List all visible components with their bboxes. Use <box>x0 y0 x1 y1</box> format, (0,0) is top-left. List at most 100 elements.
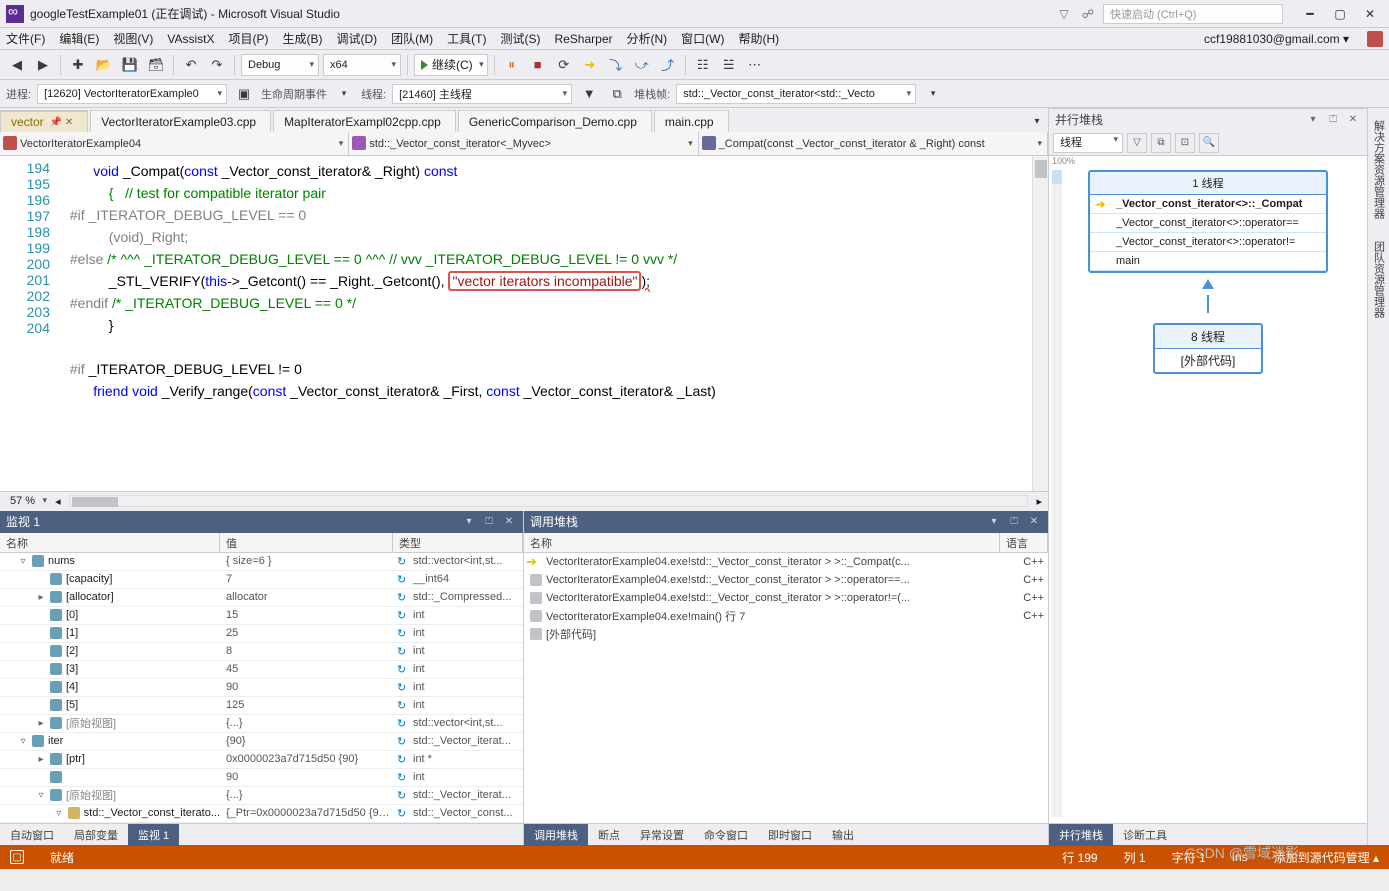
show-next-icon[interactable]: ➔ <box>579 54 601 76</box>
overflow-icon[interactable]: ▾ <box>922 83 944 105</box>
zoom-icon[interactable]: ⊡ <box>1175 133 1195 153</box>
sidebar-tab-team-explorer[interactable]: 团队资源管理器 <box>1369 235 1389 324</box>
tab-autos[interactable]: 自动窗口 <box>0 824 64 846</box>
menu-item[interactable]: ReSharper <box>554 32 612 46</box>
ps-filter-select[interactable]: 线程 <box>1053 133 1123 153</box>
watch-row[interactable]: [0]15int <box>0 607 523 625</box>
tab-command[interactable]: 命令窗口 <box>694 824 758 846</box>
watch-row[interactable]: [5]125int <box>0 697 523 715</box>
watch-row[interactable]: ▿iter{90}std::_Vector_iterat... <box>0 733 523 751</box>
close-icon[interactable]: ✕ <box>1345 112 1361 128</box>
menu-item[interactable]: 项目(P) <box>228 30 268 47</box>
watch-row[interactable]: ▿nums{ size=6 }std::vector<int,st... <box>0 553 523 571</box>
watch-row[interactable]: [3]45int <box>0 661 523 679</box>
callstack-row[interactable]: [外部代码] <box>524 625 1048 643</box>
open-file-icon[interactable]: 📂 <box>93 54 115 76</box>
stop-icon[interactable]: ■ <box>527 54 549 76</box>
new-project-icon[interactable]: ✚ <box>67 54 89 76</box>
tab-immediate[interactable]: 即时窗口 <box>758 824 822 846</box>
doc-tab-active[interactable]: vector📌 ✕ <box>0 110 88 132</box>
code-editor[interactable]: 194195196197198199200201202203204 void _… <box>0 156 1048 491</box>
watch-row[interactable]: ▸[ptr]0x0000023a7d715d50 {90}int * <box>0 751 523 769</box>
callstack-row[interactable]: VectorIteratorExample04.exe!std::_Vector… <box>524 553 1048 571</box>
zoom-select[interactable]: 57 % <box>6 495 49 507</box>
vertical-scrollbar[interactable] <box>1032 156 1048 491</box>
process-select[interactable]: [12620] VectorIteratorExample0 <box>37 84 227 104</box>
maximize-button[interactable]: ▢ <box>1327 4 1353 24</box>
stackframe-select[interactable]: std::_Vector_const_iterator<std::_Vecto <box>676 84 916 104</box>
doc-tab[interactable]: main.cpp <box>654 110 729 132</box>
thread-select[interactable]: [21460] 主线程 <box>392 84 572 104</box>
scroll-right-icon[interactable]: ▸ <box>1036 495 1042 508</box>
pause-icon[interactable]: ⏸ <box>501 54 523 76</box>
doc-tab[interactable]: GenericComparison_Demo.cpp <box>458 110 652 132</box>
autoscroll-icon[interactable]: 🔍 <box>1199 133 1219 153</box>
minimize-button[interactable]: ━ <box>1297 4 1323 24</box>
horizontal-scrollbar[interactable] <box>69 495 1029 507</box>
lifecycle-icon[interactable]: ▣ <box>233 83 255 105</box>
tool-icon[interactable]: ⋯ <box>744 54 766 76</box>
redo-icon[interactable]: ↷ <box>206 54 228 76</box>
tab-output[interactable]: 输出 <box>822 824 864 846</box>
notification-icon[interactable]: ▽ <box>1055 5 1073 23</box>
callstack-rows[interactable]: VectorIteratorExample04.exe!std::_Vector… <box>524 553 1048 824</box>
close-icon[interactable]: ✕ <box>1026 514 1042 530</box>
flag-filter-icon[interactable]: ▼ <box>578 83 600 105</box>
menu-item[interactable]: VAssistX <box>167 32 214 46</box>
step-into-icon[interactable]: ⤵ <box>605 54 627 76</box>
sidebar-tab-solution-explorer[interactable]: 解决方案资源管理器 <box>1369 114 1389 225</box>
watch-row[interactable]: [1]25int <box>0 625 523 643</box>
parallel-stacks-canvas[interactable]: 1 线程 _Vector_const_iterator<>::_Compat _… <box>1049 156 1367 823</box>
menu-item[interactable]: 分析(N) <box>626 30 667 47</box>
step-over-icon[interactable]: ⤻ <box>631 54 653 76</box>
filter-icon[interactable]: ▽ <box>1127 133 1147 153</box>
watch-rows[interactable]: ▿nums{ size=6 }std::vector<int,st...[cap… <box>0 553 523 824</box>
user-account[interactable]: ccf19881030@gmail.com ▾ <box>1204 32 1349 46</box>
close-icon[interactable]: ✕ <box>501 514 517 530</box>
tool-icon[interactable]: ☷ <box>692 54 714 76</box>
ps-external-box[interactable]: 8 线程 [外部代码] <box>1153 323 1263 374</box>
watch-row[interactable]: [capacity]7__int64 <box>0 571 523 589</box>
tab-watch1[interactable]: 监视 1 <box>128 824 179 846</box>
pin-icon[interactable]: ⏍ <box>481 514 497 530</box>
tab-diagnostic-tools[interactable]: 诊断工具 <box>1113 824 1177 846</box>
watch-title-bar[interactable]: 监视 1 ▾ ⏍ ✕ <box>0 511 523 533</box>
chevron-down-icon[interactable]: ▾ <box>333 83 355 105</box>
menu-item[interactable]: 窗口(W) <box>681 30 724 47</box>
watch-row[interactable]: [4]90int <box>0 679 523 697</box>
dropdown-icon[interactable]: ▾ <box>986 514 1002 530</box>
notification-flag-icon[interactable] <box>1367 31 1383 47</box>
config-select[interactable]: Debug <box>241 54 319 76</box>
tab-exception[interactable]: 异常设置 <box>630 824 694 846</box>
save-all-icon[interactable]: 🗃 <box>145 54 167 76</box>
nav-type[interactable]: std::_Vector_const_iterator<_Myvec> <box>349 132 698 155</box>
quick-launch-input[interactable]: 快速启动 (Ctrl+Q) <box>1103 4 1283 24</box>
menu-item[interactable]: 视图(V) <box>113 30 153 47</box>
nav-back-icon[interactable]: ◀ <box>6 54 28 76</box>
tab-parallel-stacks[interactable]: 并行堆栈 <box>1049 824 1113 846</box>
feedback-icon[interactable]: ☍ <box>1079 5 1097 23</box>
menu-item[interactable]: 文件(F) <box>6 30 45 47</box>
watch-row[interactable]: ▿std::_Vector_const_iterato...{_Ptr=0x00… <box>0 805 523 823</box>
ps-overview[interactable] <box>1052 170 1062 817</box>
callstack-row[interactable]: VectorIteratorExample04.exe!std::_Vector… <box>524 589 1048 607</box>
pin-icon[interactable]: ⏍ <box>1325 112 1341 128</box>
nav-fwd-icon[interactable]: ▶ <box>32 54 54 76</box>
toggle-view-icon[interactable]: ⧉ <box>1151 133 1171 153</box>
watch-row[interactable]: ▸[allocator]allocatorstd::_Compressed... <box>0 589 523 607</box>
menu-item[interactable]: 帮助(H) <box>738 30 779 47</box>
tabs-overflow-icon[interactable]: ▾ <box>1026 110 1048 132</box>
tab-locals[interactable]: 局部变量 <box>64 824 128 846</box>
continue-button[interactable]: 继续(C) <box>414 54 488 76</box>
tool-icon[interactable]: ☱ <box>718 54 740 76</box>
tab-breakpoints[interactable]: 断点 <box>588 824 630 846</box>
close-button[interactable]: ✕ <box>1357 4 1383 24</box>
doc-tab[interactable]: MapIteratorExampl02cpp.cpp <box>273 110 456 132</box>
pin-icon[interactable]: 📌 ✕ <box>50 117 74 128</box>
menu-item[interactable]: 编辑(E) <box>59 30 99 47</box>
dropdown-icon[interactable]: ▾ <box>461 514 477 530</box>
step-out-icon[interactable]: ⤴ <box>657 54 679 76</box>
watch-row[interactable]: 90int <box>0 769 523 787</box>
menu-item[interactable]: 工具(T) <box>447 30 486 47</box>
platform-select[interactable]: x64 <box>323 54 401 76</box>
